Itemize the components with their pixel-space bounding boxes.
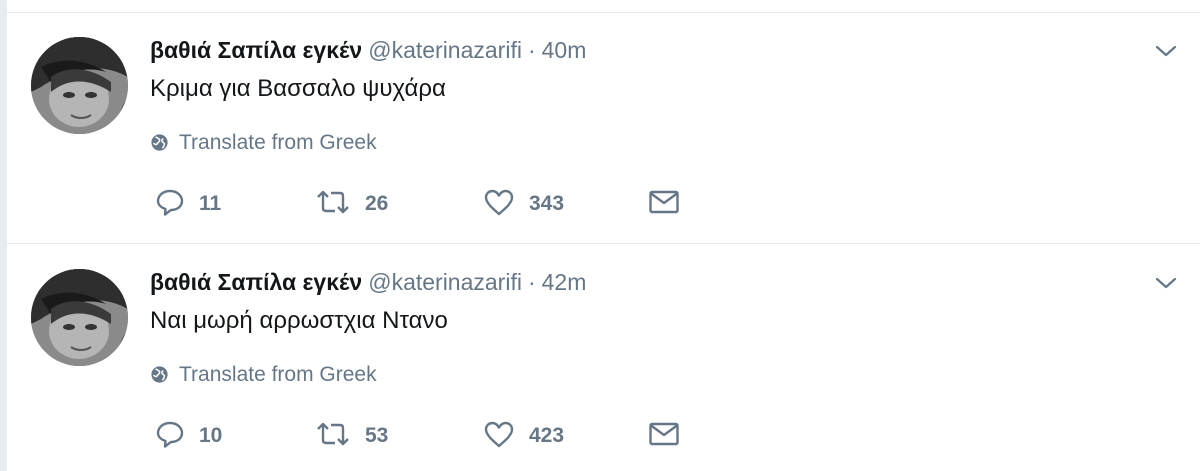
reply-icon [155, 420, 185, 453]
globe-icon [150, 133, 169, 152]
tweet-header: βαθιά Σαπίλα εγκέν @katerinazarifi · 40m [150, 35, 586, 65]
retweet-icon [315, 421, 351, 452]
chevron-down-icon[interactable] [1154, 275, 1178, 291]
header-separator: · [527, 37, 536, 63]
user-handle[interactable]: @katerinazarifi [368, 269, 522, 295]
tweet[interactable]: βαθιά Σαπίλα εγκέν @katerinazarifi · 40m Κρ… [7, 13, 1200, 244]
tweet[interactable]: βαθιά Σαπίλα εγκέν @katerinazarifi · 42m Να… [7, 245, 1200, 471]
avatar[interactable] [31, 269, 128, 366]
user-fullname[interactable]: βαθιά Σαπίλα εγκέν [150, 37, 362, 63]
envelope-icon [648, 189, 680, 220]
avatar[interactable] [31, 37, 128, 134]
retweet-count: 53 [365, 424, 389, 447]
reply-button[interactable]: 10 [155, 419, 222, 453]
tweet-timestamp[interactable]: 42m [542, 269, 587, 295]
like-count: 423 [529, 424, 565, 447]
tweet-header: βαθιά Σαπίλα εγκέν @katerinazarifi · 42m [150, 267, 586, 297]
translate-link[interactable]: Translate from Greek [150, 130, 377, 156]
retweet-icon [315, 189, 351, 220]
direct-message-button[interactable] [648, 187, 680, 221]
tweet-timestamp[interactable]: 40m [542, 37, 587, 63]
retweet-button[interactable]: 53 [315, 419, 388, 453]
reply-icon [155, 188, 185, 221]
reply-count: 10 [199, 424, 223, 447]
like-button[interactable]: 423 [483, 419, 564, 453]
translate-label: Translate from Greek [179, 363, 377, 386]
translate-link[interactable]: Translate from Greek [150, 362, 377, 388]
tweet-text: Ναι μωρή αρρωστχια Ντανο [150, 307, 448, 334]
user-fullname[interactable]: βαθιά Σαπίλα εγκέν [150, 269, 362, 295]
retweet-button[interactable]: 26 [315, 187, 388, 221]
user-handle[interactable]: @katerinazarifi [368, 37, 522, 63]
chevron-down-icon[interactable] [1154, 43, 1178, 59]
tweet-text: Κριμα για Βασσαλο ψυχάρα [150, 75, 446, 102]
heart-icon [483, 188, 515, 221]
heart-icon [483, 420, 515, 453]
direct-message-button[interactable] [648, 419, 680, 453]
like-count: 343 [529, 192, 565, 215]
like-button[interactable]: 343 [483, 187, 564, 221]
timeline: βαθιά Σαπίλα εγκέν @katerinazarifi · 40m Κρ… [0, 0, 1200, 471]
reply-count: 11 [199, 192, 222, 215]
header-separator: · [527, 269, 536, 295]
envelope-icon [648, 421, 680, 452]
timeline-left-border [0, 0, 7, 471]
translate-label: Translate from Greek [179, 131, 377, 154]
globe-icon [150, 365, 169, 384]
reply-button[interactable]: 11 [155, 187, 221, 221]
retweet-count: 26 [365, 192, 389, 215]
